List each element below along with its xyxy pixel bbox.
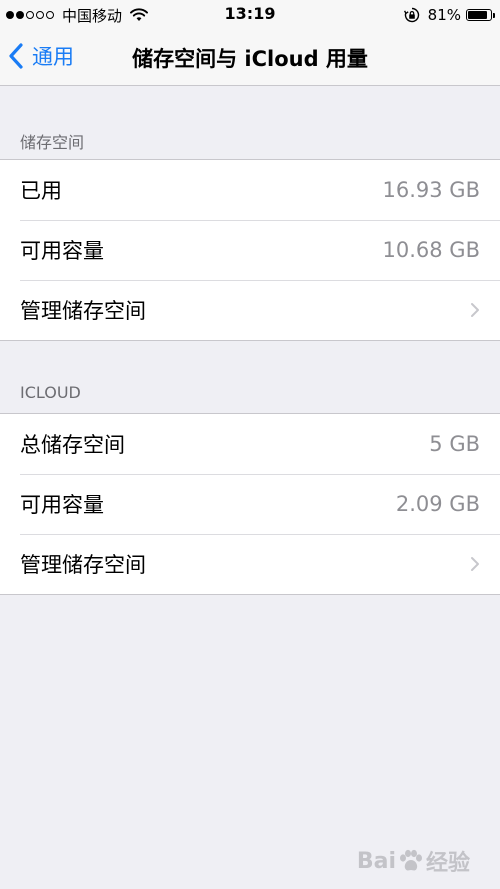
icloud-section-header: ICLOUD — [20, 383, 81, 402]
row-label: 总储存空间 — [20, 433, 125, 457]
storage-group: 已用 16.93 GB 可用容量 10.68 GB 管理储存空间 — [0, 159, 500, 341]
battery-icon — [466, 9, 495, 21]
used-storage-row: 已用 16.93 GB — [0, 160, 500, 220]
orientation-lock-icon — [403, 7, 419, 23]
icloud-group: 总储存空间 5 GB 可用容量 2.09 GB 管理储存空间 — [0, 413, 500, 595]
paw-icon — [399, 849, 422, 871]
row-label: 可用容量 — [20, 239, 104, 263]
total-storage-row: 总储存空间 5 GB — [0, 414, 500, 474]
status-bar: 中国移动 13:19 81% — [0, 0, 500, 30]
storage-section-header: 储存空间 — [20, 133, 85, 152]
page-title: 储存空间与 iCloud 用量 — [132, 47, 368, 71]
status-right: 81% — [403, 5, 495, 25]
row-value: 2.09 GB — [395, 492, 480, 516]
row-label: 已用 — [20, 179, 62, 203]
settings-screen: 中国移动 13:19 81% 通用 储存空间与 iCloud 用量 储存空间 已… — [0, 0, 500, 889]
watermark-text-left: Bai — [356, 848, 396, 874]
icloud-manage-storage-row[interactable]: 管理储存空间 — [0, 534, 500, 594]
chevron-right-icon — [471, 303, 479, 317]
row-label: 可用容量 — [20, 493, 104, 517]
available-storage-row: 可用容量 10.68 GB — [0, 220, 500, 280]
row-label: 管理储存空间 — [20, 553, 146, 577]
row-value: 16.93 GB — [382, 178, 480, 202]
chevron-right-icon — [471, 557, 479, 571]
navigation-bar: 通用 储存空间与 iCloud 用量 — [0, 30, 500, 86]
watermark-text-right: 经验 — [425, 851, 470, 876]
manage-storage-row[interactable]: 管理储存空间 — [0, 280, 500, 340]
battery-percent: 81% — [427, 6, 461, 24]
row-value: 10.68 GB — [382, 238, 480, 262]
watermark: Bai 经验 — [357, 845, 470, 877]
row-value: 5 GB — [429, 432, 480, 456]
row-label: 管理储存空间 — [20, 299, 146, 323]
icloud-available-row: 可用容量 2.09 GB — [0, 474, 500, 534]
